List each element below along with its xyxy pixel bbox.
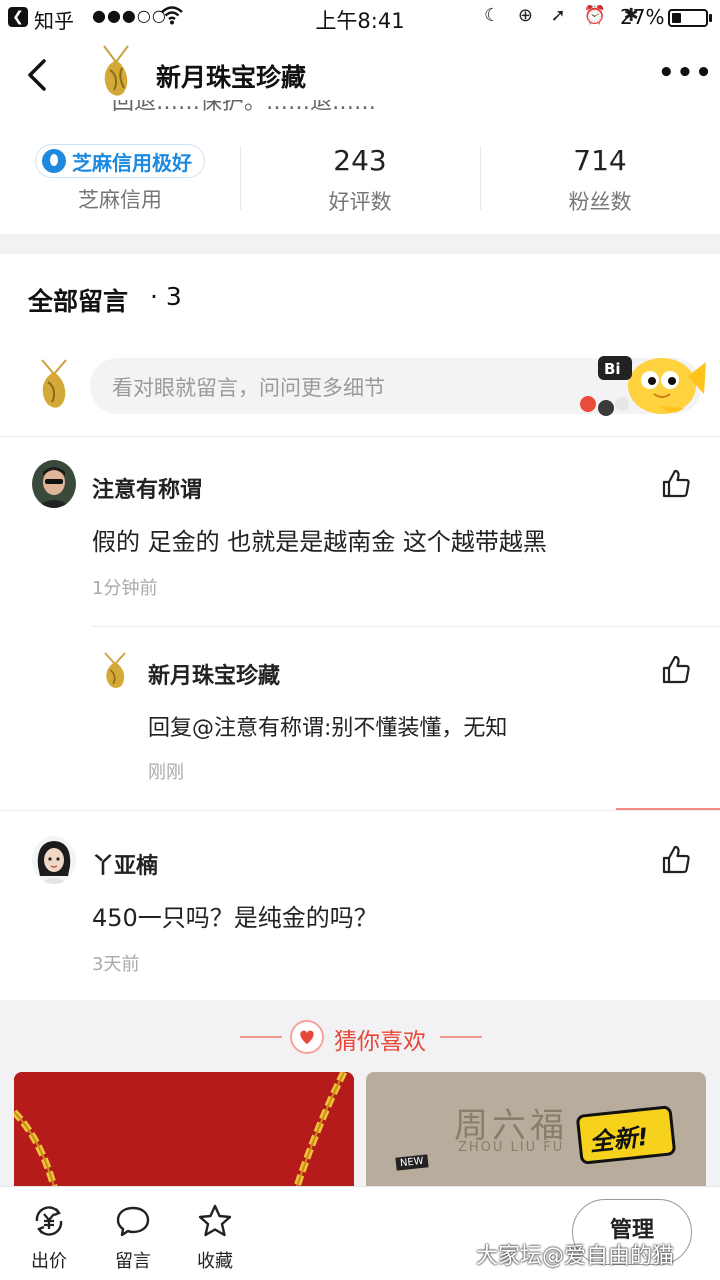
bid-label: 出价 (31, 1251, 67, 1272)
recommend-heading: 猜你喜欢 (0, 1018, 720, 1058)
stat-good-reviews[interactable]: 243 好评数 (240, 130, 480, 216)
nav-bar: 新月珠宝珍藏 ••• 回退……保护。……退…… (0, 36, 720, 114)
yen-exchange-icon (35, 1206, 63, 1236)
clipped-description: 回退……保护。……退…… (112, 100, 652, 116)
star-icon (198, 1204, 232, 1237)
comment-button[interactable]: 留言 (98, 1203, 168, 1273)
heart-icon (290, 1020, 324, 1054)
red-accent-line (616, 808, 720, 810)
battery-fill (672, 13, 681, 23)
chat-bubble-icon (116, 1206, 150, 1237)
thumbs-up-icon[interactable] (660, 844, 692, 876)
shop-reply-avatar[interactable] (98, 652, 132, 690)
comment-text: 450一只吗？是纯金的吗？ (92, 904, 378, 932)
heading-line (440, 1036, 482, 1038)
divider (0, 436, 720, 437)
divider (0, 810, 720, 811)
recommend-card[interactable] (14, 1072, 354, 1202)
battery-icon (668, 9, 708, 27)
stat-label: 粉丝数 (568, 190, 632, 214)
comment-author[interactable]: 注意有称谓 (92, 472, 202, 504)
divider (92, 626, 720, 627)
mascot-bubble-text: Bi (604, 360, 621, 378)
clipped-description-text: 回退……保护。……退…… (112, 100, 377, 115)
shop-avatar[interactable] (94, 44, 138, 100)
new-badge-sub: NEW (395, 1154, 429, 1171)
fish-mascot-icon: Bi (580, 356, 706, 416)
stat-sesame[interactable]: 芝麻信用极好 芝麻信用 (0, 130, 240, 214)
sesame-credit-badge: 芝麻信用极好 (35, 144, 205, 178)
heading-line (240, 1036, 282, 1038)
thumbs-up-icon[interactable] (660, 468, 692, 500)
battery-percent: 27% (620, 5, 665, 29)
status-bar: ❮ 知乎 ●●●○○ 上午8:41 ☾ ⊕ ➚ ⏰ ✱ 27% (0, 0, 720, 36)
brand-logo-en: ZHOU LIU FU (458, 1140, 565, 1155)
back-arrow-icon[interactable] (24, 58, 52, 92)
comment-time: 刚刚 (148, 762, 184, 783)
section-separator (0, 234, 720, 254)
recommend-title: 猜你喜欢 (334, 1029, 426, 1055)
bid-button[interactable]: 出价 (14, 1203, 84, 1273)
gold-chain-image (14, 1072, 354, 1202)
comment-text: 回复@注意有称谓:别不懂装懂，无知 (148, 716, 508, 741)
sesame-credit-value: 芝麻信用极好 (72, 150, 192, 175)
more-menu-icon[interactable]: ••• (658, 58, 714, 88)
my-avatar (41, 359, 67, 408)
shop-stats: 芝麻信用极好 芝麻信用 243 好评数 714 粉丝数 (0, 130, 720, 230)
favorite-label: 收藏 (197, 1251, 233, 1272)
favorite-button[interactable]: 收藏 (180, 1203, 250, 1273)
user-avatar[interactable] (32, 460, 76, 508)
recommend-card[interactable]: 周六福 ZHOU LIU FU 全新! NEW (366, 1072, 706, 1202)
new-badge: 全新! (575, 1105, 677, 1165)
comment-time: 1分钟前 (92, 578, 158, 599)
user-avatar[interactable] (32, 836, 76, 884)
sesame-drop-icon (42, 149, 66, 173)
stat-value: 243 (333, 144, 387, 177)
comment-input-placeholder: 看对眼就留言，问问更多细节 (112, 376, 385, 400)
comments-count: · 3 (150, 282, 182, 311)
comment-text: 假的 足金的 也就是是越南金 这个越带越黑 (92, 528, 547, 556)
stat-value: 714 (573, 144, 627, 177)
battery-tip (709, 14, 712, 22)
shop-title: 新月珠宝珍藏 (156, 63, 307, 92)
comment-author[interactable]: 新月珠宝珍藏 (148, 658, 280, 690)
watermark: 大家坛@爱自由的猫 (476, 1244, 675, 1269)
stat-fans[interactable]: 714 粉丝数 (480, 130, 720, 216)
thumbs-up-icon[interactable] (660, 654, 692, 686)
stat-label: 芝麻信用 (78, 188, 162, 212)
new-badge-text: 全新! (588, 1122, 650, 1157)
stat-label: 好评数 (328, 190, 392, 214)
comment-input-row: 看对眼就留言，问问更多细节 Bi (0, 346, 720, 426)
comment-label: 留言 (115, 1251, 151, 1272)
comment-author[interactable]: 丫亚楠 (92, 848, 158, 880)
comments-title: 全部留言 (28, 287, 129, 316)
comment-time: 3天前 (92, 954, 140, 975)
